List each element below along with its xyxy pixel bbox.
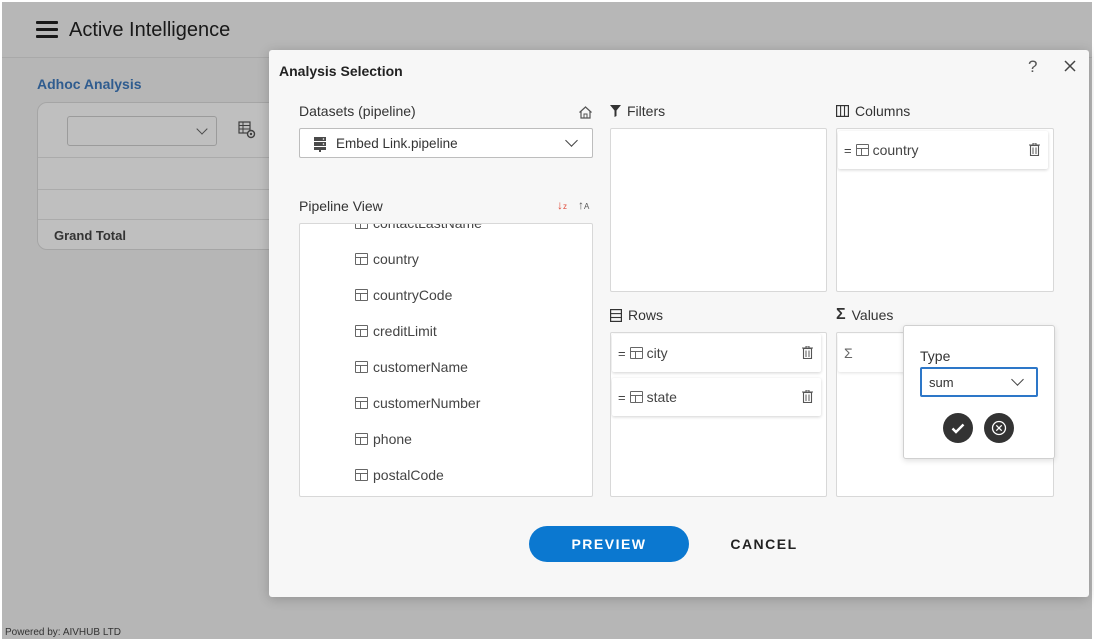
list-item[interactable]: customerNumber — [355, 395, 480, 411]
filter-icon — [610, 105, 621, 117]
drag-handle-icon: = — [844, 142, 852, 158]
list-item-label: creditLimit — [373, 323, 437, 339]
list-item[interactable]: contactLastName — [355, 223, 482, 231]
values-label-text: Values — [851, 307, 894, 323]
aggregation-type-value: sum — [929, 375, 954, 390]
table-column-icon — [355, 224, 368, 229]
datasets-label: Datasets (pipeline) — [299, 103, 416, 119]
drag-handle-icon: = — [618, 389, 626, 405]
aggregation-type-popover: Type sum — [903, 325, 1055, 459]
table-column-icon — [355, 289, 368, 301]
list-item[interactable]: countryCode — [355, 287, 452, 303]
table-column-icon — [355, 325, 368, 337]
list-item-label: customerName — [373, 359, 468, 375]
cancel-circle-icon — [991, 420, 1007, 436]
filters-drop-zone[interactable] — [610, 128, 827, 292]
dismiss-button[interactable] — [984, 413, 1014, 443]
list-item[interactable]: customerName — [355, 359, 468, 375]
list-item[interactable]: postalCode — [355, 467, 444, 483]
help-icon[interactable]: ? — [1028, 57, 1037, 77]
values-label: Σ Values — [836, 306, 893, 324]
trash-icon[interactable] — [802, 390, 813, 403]
pipeline-view-label-text: Pipeline View — [299, 198, 383, 214]
list-item-label: contactLastName — [373, 223, 482, 231]
list-item-label: countryCode — [373, 287, 453, 303]
sigma-icon: Σ — [844, 345, 853, 361]
database-server-icon — [314, 137, 326, 152]
chevron-down-icon — [565, 134, 578, 147]
table-column-icon — [629, 347, 643, 359]
dataset-select[interactable]: Embed Link.pipeline — [299, 128, 593, 158]
table-column-icon — [855, 144, 869, 156]
checkmark-icon — [951, 423, 965, 434]
pipeline-view-label: Pipeline View — [299, 198, 383, 214]
sort-ascending-icon[interactable]: ↑A — [578, 198, 589, 212]
row-chip[interactable]: = state — [612, 378, 821, 416]
rows-label-text: Rows — [628, 307, 664, 323]
sort-descending-icon[interactable]: ↓z — [557, 198, 567, 212]
cancel-button[interactable]: CANCEL — [724, 526, 804, 562]
row-chip-label: state — [646, 389, 677, 405]
list-item[interactable]: creditLimit — [355, 323, 437, 339]
columns-drop-zone[interactable]: = country — [836, 128, 1054, 292]
datasets-label-text: Datasets (pipeline) — [299, 103, 416, 119]
table-column-icon — [355, 253, 368, 265]
confirm-button[interactable] — [943, 413, 973, 443]
sigma-icon: Σ — [836, 306, 846, 323]
dataset-select-value: Embed Link.pipeline — [336, 136, 458, 151]
column-chip[interactable]: = country — [838, 131, 1048, 169]
list-item[interactable]: country — [355, 251, 419, 267]
columns-label: Columns — [836, 103, 910, 119]
filters-label: Filters — [610, 103, 665, 119]
trash-icon[interactable] — [802, 346, 813, 359]
table-column-icon — [355, 433, 368, 445]
table-column-icon — [355, 361, 368, 373]
list-item-label: customerNumber — [373, 395, 481, 411]
list-item-label: postalCode — [373, 467, 444, 483]
chevron-down-icon — [1011, 373, 1024, 386]
list-item-label: country — [373, 251, 419, 267]
table-column-icon — [355, 469, 368, 481]
drag-handle-icon: = — [618, 345, 626, 361]
list-item-label: phone — [373, 431, 412, 447]
table-column-icon — [629, 391, 643, 403]
pipeline-view-list[interactable]: contactLastName country countryCode cred… — [299, 223, 593, 497]
aggregation-type-select[interactable]: sum — [920, 367, 1038, 397]
column-chip-label: country — [872, 142, 919, 158]
analysis-selection-dialog: Analysis Selection ? Datasets (pipeline)… — [269, 50, 1089, 597]
preview-button[interactable]: PREVIEW — [529, 526, 689, 562]
table-column-icon — [355, 397, 368, 409]
type-label: Type — [920, 348, 951, 364]
columns-icon — [836, 105, 849, 117]
columns-label-text: Columns — [855, 103, 911, 119]
rows-icon — [610, 308, 622, 322]
rows-drop-zone[interactable]: = city = state — [610, 332, 827, 497]
powered-by-footer: Powered by: AIVHUB LTD — [5, 627, 121, 638]
row-chip-label: city — [646, 345, 668, 361]
close-icon[interactable] — [1062, 58, 1078, 74]
dialog-title: Analysis Selection — [279, 63, 403, 79]
home-icon[interactable] — [578, 105, 593, 120]
filters-label-text: Filters — [627, 103, 666, 119]
trash-icon[interactable] — [1029, 143, 1040, 156]
rows-label: Rows — [610, 307, 663, 323]
row-chip[interactable]: = city — [612, 334, 821, 372]
list-item[interactable]: phone — [355, 431, 412, 447]
